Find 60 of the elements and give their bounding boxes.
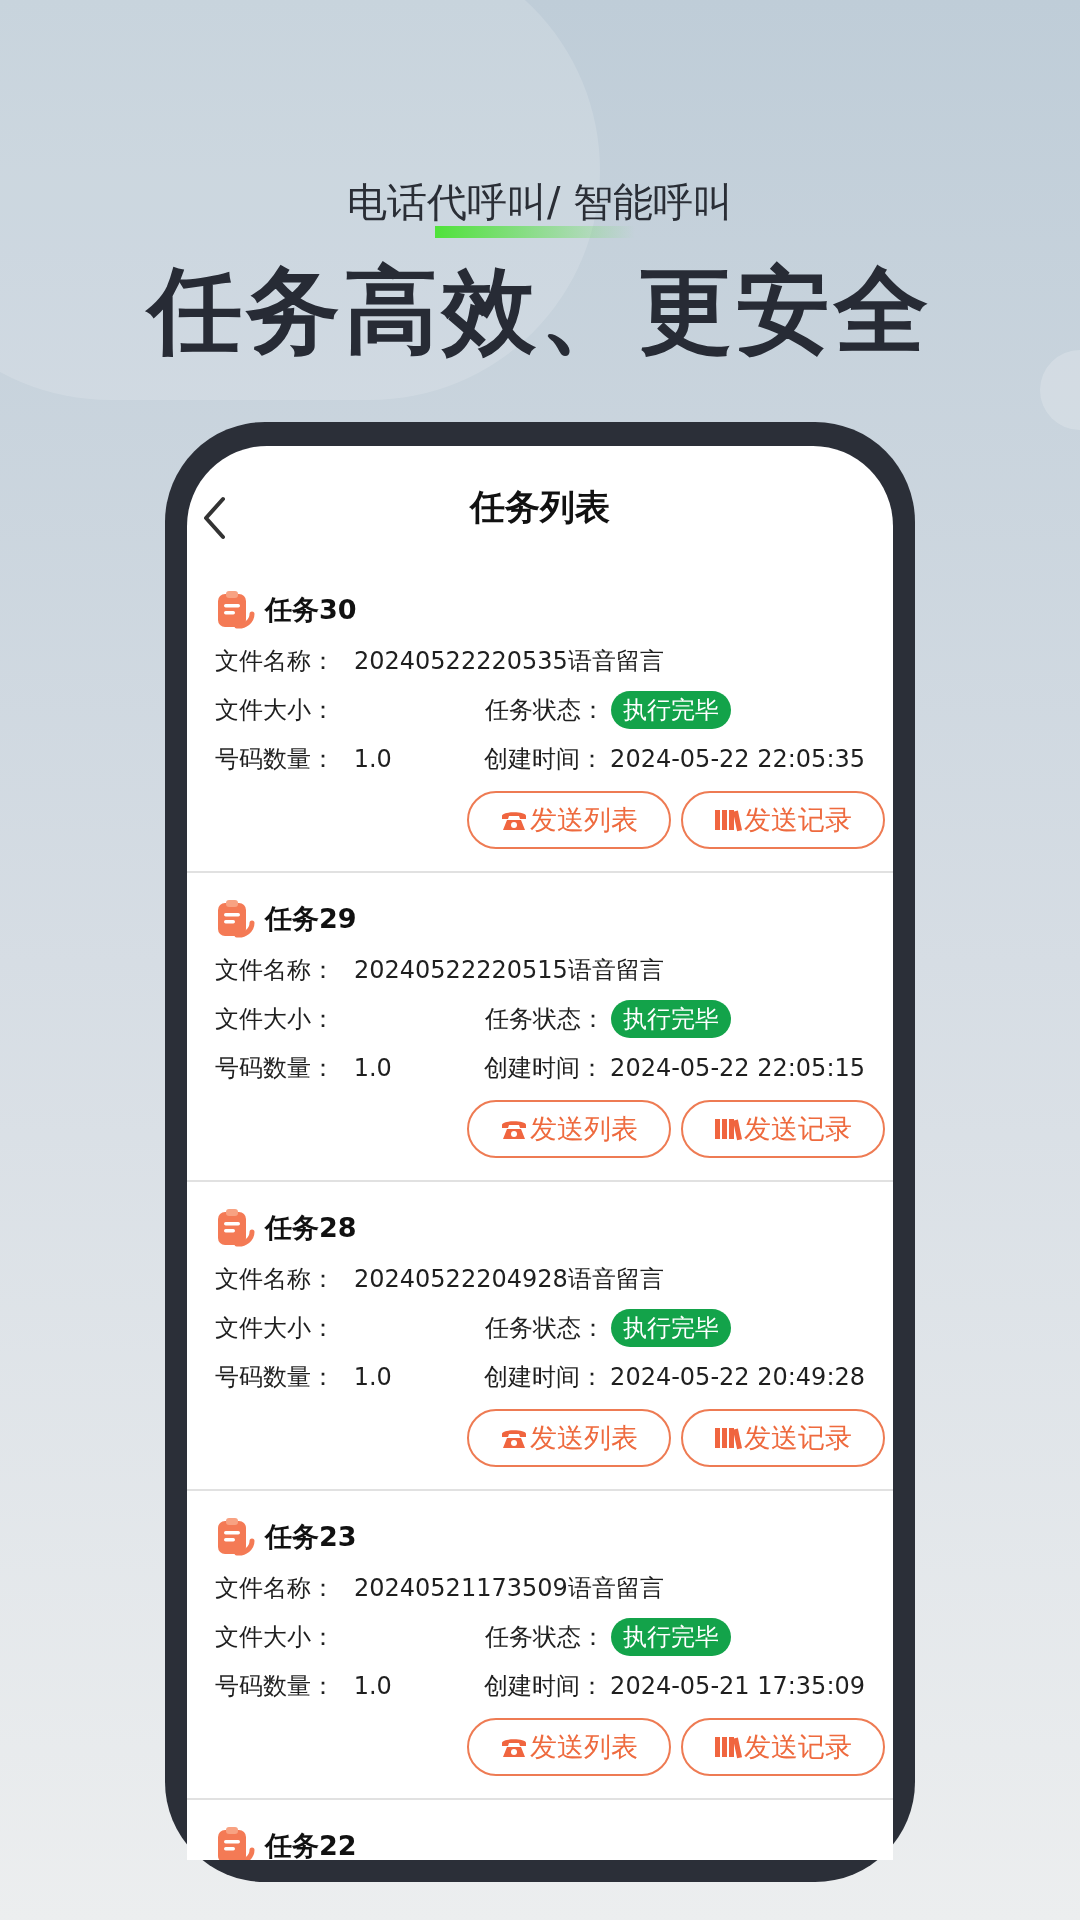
file-name: 20240522220535语音留言 — [354, 645, 664, 677]
action-button[interactable]: 发送记录 — [681, 1100, 885, 1158]
action-button[interactable]: 发送列表 — [467, 1100, 671, 1158]
task-icon — [215, 1517, 255, 1557]
number-count: 1.0 — [353, 743, 393, 775]
task-name: 任务28 — [265, 1210, 357, 1245]
file-name: 20240522220515语音留言 — [354, 954, 664, 986]
field-label: 文件名称： — [215, 645, 336, 677]
file-name: 20240521173509语音留言 — [354, 1572, 664, 1604]
field-label: 创建时间： — [484, 1361, 606, 1393]
back-icon[interactable] — [202, 496, 226, 540]
status-badge: 执行完毕 — [611, 999, 731, 1038]
field-label: 文件大小： — [215, 1621, 336, 1653]
field-label: 任务状态： — [485, 694, 606, 726]
field-label: 任务状态： — [485, 1003, 606, 1035]
status-badge: 执行完毕 — [611, 1308, 731, 1347]
field-label: 任务状态： — [485, 1312, 606, 1344]
books-icon — [714, 1117, 742, 1141]
task-name: 任务23 — [265, 1519, 357, 1554]
field-label: 创建时间： — [484, 743, 606, 775]
books-icon — [714, 1426, 742, 1450]
task-name: 任务22 — [265, 1828, 357, 1860]
number-count: 1.0 — [353, 1670, 393, 1702]
action-button[interactable]: 发送记录 — [681, 1718, 885, 1776]
field-label: 创建时间： — [484, 1052, 606, 1084]
status-badge: 执行完毕 — [611, 1617, 731, 1656]
created-time: 2024-05-22 20:49:28 — [610, 1361, 865, 1393]
task-icon — [215, 899, 255, 939]
field-label: 号码数量： — [215, 1670, 336, 1702]
field-label: 文件大小： — [215, 694, 336, 726]
books-icon — [714, 1735, 742, 1759]
task-icon — [215, 590, 255, 630]
screen-title: 任务列表 — [470, 485, 610, 529]
promo-subtitle: 电话代呼叫/ 智能呼叫 — [346, 178, 734, 226]
task-name: 任务29 — [265, 901, 357, 936]
field-label: 号码数量： — [215, 1052, 336, 1084]
field-label: 文件大小： — [215, 1312, 336, 1344]
field-label: 号码数量： — [215, 1361, 336, 1393]
file-name: 20240522204928语音留言 — [354, 1263, 664, 1295]
action-button[interactable]: 发送记录 — [681, 1409, 885, 1467]
field-label: 创建时间： — [484, 1670, 606, 1702]
number-count: 1.0 — [353, 1361, 393, 1393]
created-time: 2024-05-22 22:05:35 — [610, 743, 865, 775]
field-label: 文件大小： — [215, 1003, 336, 1035]
created-time: 2024-05-22 22:05:15 — [610, 1052, 865, 1084]
status-badge: 执行完毕 — [611, 690, 731, 729]
action-button[interactable]: 发送列表 — [467, 791, 671, 849]
field-label: 号码数量： — [215, 743, 336, 775]
task-name: 任务30 — [265, 592, 357, 627]
field-label: 任务状态： — [485, 1621, 606, 1653]
books-icon — [714, 808, 742, 832]
number-count: 1.0 — [353, 1052, 393, 1084]
created-time: 2024-05-21 17:35:09 — [610, 1670, 865, 1702]
task-icon — [215, 1208, 255, 1248]
field-label: 文件名称： — [215, 1572, 336, 1604]
action-button[interactable]: 发送记录 — [681, 791, 885, 849]
field-label: 文件名称： — [215, 1263, 336, 1295]
action-button[interactable]: 发送列表 — [467, 1718, 671, 1776]
field-label: 文件名称： — [215, 954, 336, 986]
action-button[interactable]: 发送列表 — [467, 1409, 671, 1467]
